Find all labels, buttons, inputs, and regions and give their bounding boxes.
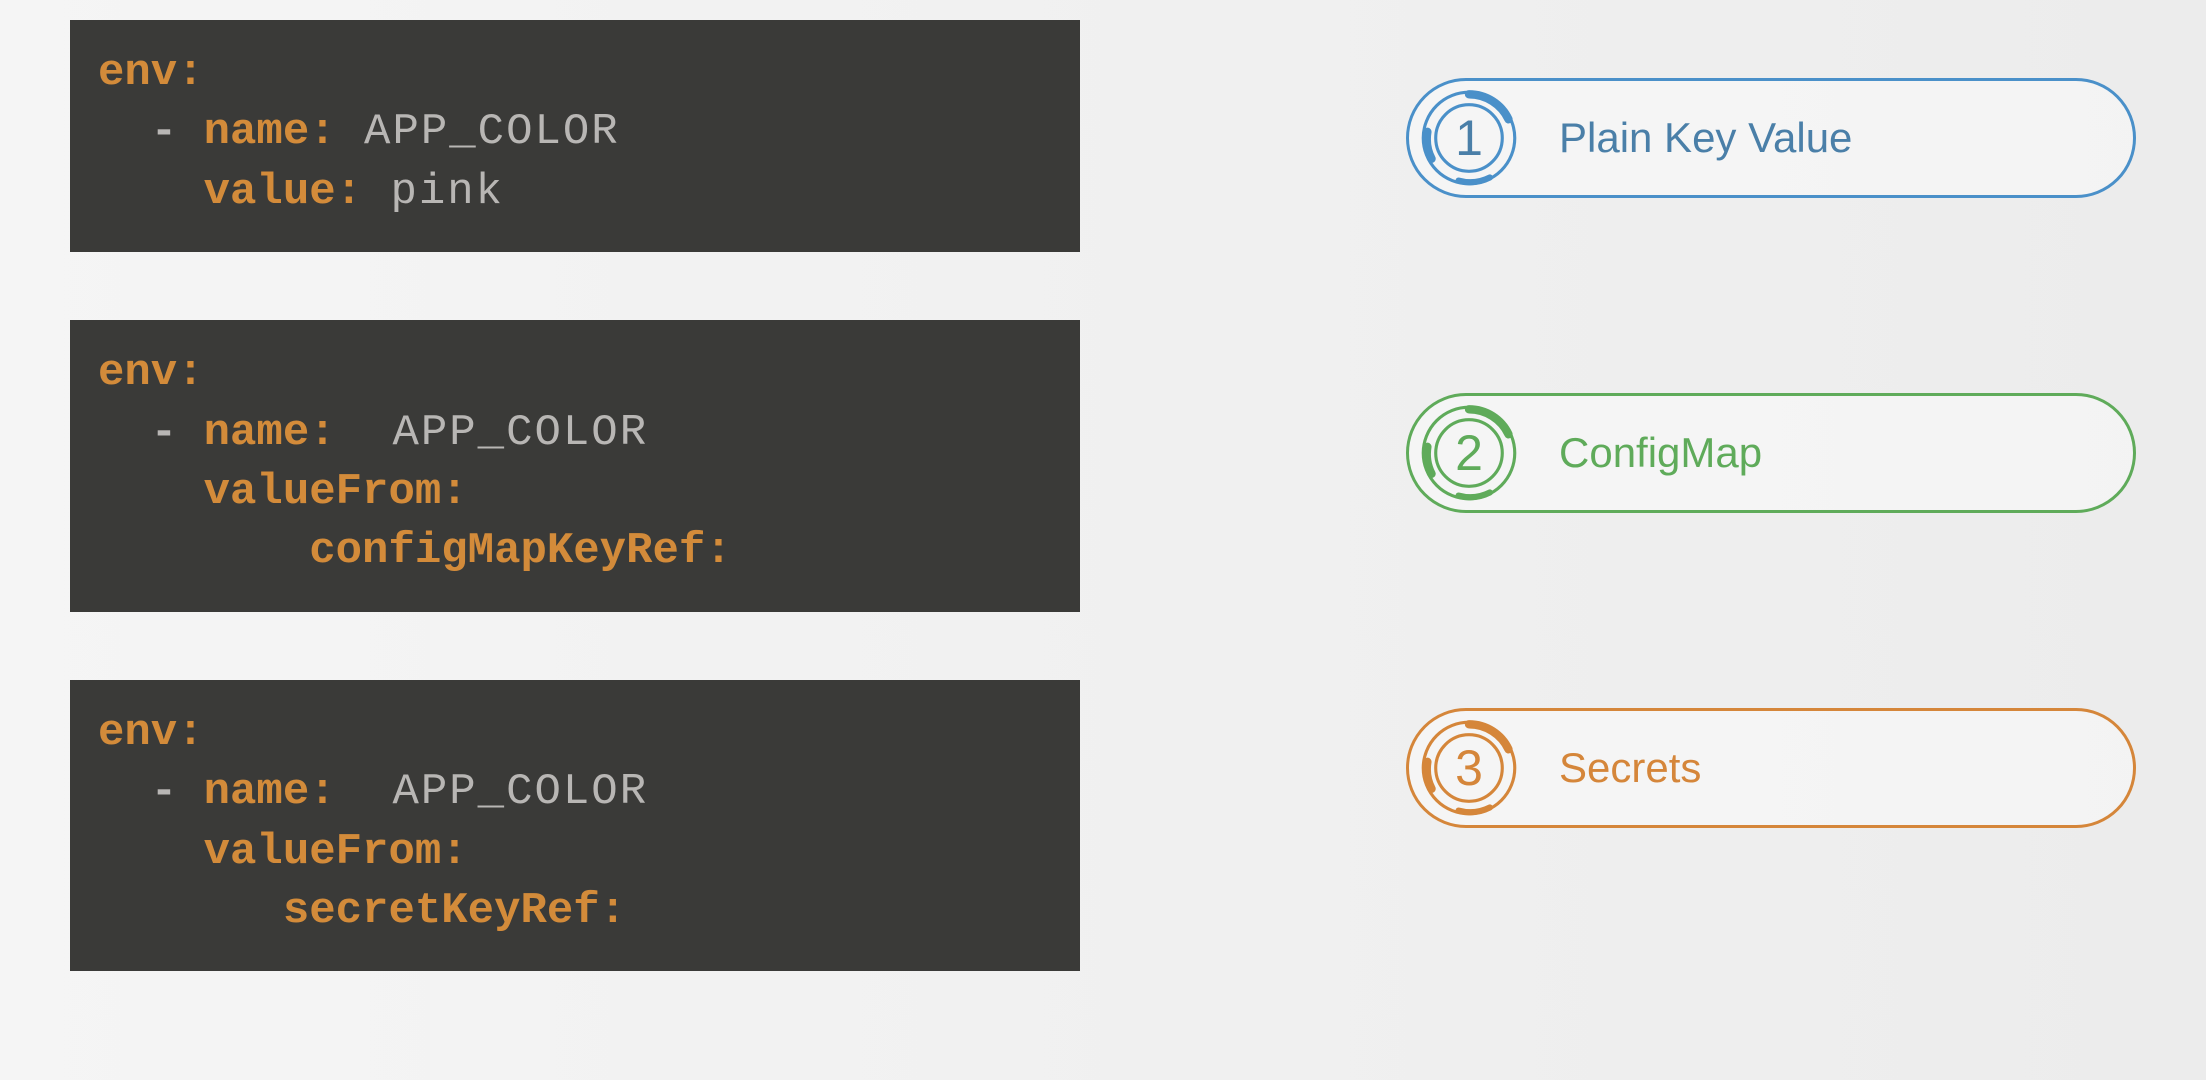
code-block-secret: env: - name: APP_COLOR valueFrom: secret… — [70, 680, 1080, 972]
kw-name: name: — [204, 767, 336, 817]
badge-number: 3 — [1417, 716, 1521, 820]
kw-name: name: — [204, 107, 336, 157]
badge-2: 2 — [1417, 401, 1521, 505]
kw-env: env: — [98, 708, 204, 758]
val-app-color: APP_COLOR — [336, 107, 620, 157]
val-app-color: APP_COLOR — [336, 408, 648, 458]
pill-label: Secrets — [1559, 744, 1701, 792]
kw-env: env: — [98, 348, 204, 398]
val-app-color: APP_COLOR — [336, 767, 648, 817]
list-dash: - — [98, 408, 204, 458]
pill-label: ConfigMap — [1559, 429, 1762, 477]
badge-3: 3 — [1417, 716, 1521, 820]
badge-number: 1 — [1417, 86, 1521, 190]
code-block-plain: env: - name: APP_COLOR value: pink — [70, 20, 1080, 252]
pill-plain-key-value: 1 Plain Key Value — [1406, 78, 2136, 198]
kw-valuefrom: valueFrom: — [98, 827, 468, 877]
list-dash: - — [98, 767, 204, 817]
list-dash: - — [98, 107, 204, 157]
pill-column: 1 Plain Key Value 2 ConfigMap — [1406, 78, 2136, 828]
kw-valuefrom: valueFrom: — [98, 467, 468, 517]
val-pink: pink — [362, 167, 504, 217]
badge-number: 2 — [1417, 401, 1521, 505]
pill-configmap: 2 ConfigMap — [1406, 393, 2136, 513]
kw-name: name: — [204, 408, 336, 458]
kw-configmapkeyref: configMapKeyRef: — [98, 526, 732, 576]
kw-env: env: — [98, 48, 204, 98]
code-column: env: - name: APP_COLOR value: pink env: … — [70, 20, 1080, 971]
badge-1: 1 — [1417, 86, 1521, 190]
kw-secretkeyref: secretKeyRef: — [98, 886, 626, 936]
kw-value: value: — [98, 167, 362, 217]
pill-label: Plain Key Value — [1559, 114, 1852, 162]
code-block-configmap: env: - name: APP_COLOR valueFrom: config… — [70, 320, 1080, 612]
pill-secrets: 3 Secrets — [1406, 708, 2136, 828]
